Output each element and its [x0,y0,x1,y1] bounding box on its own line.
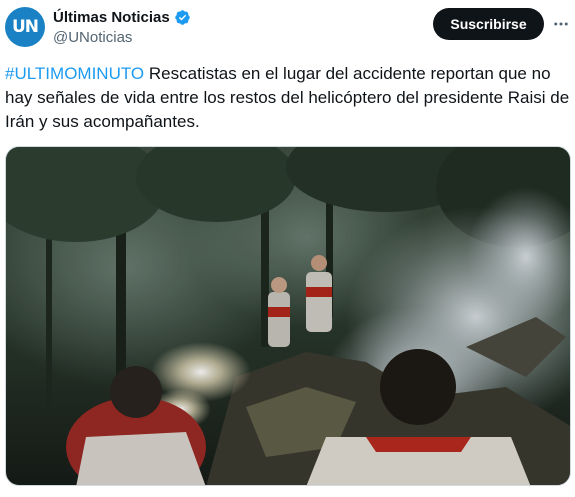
name-row: Últimas Noticias [53,8,191,27]
tweet-photo[interactable] [5,146,571,486]
account-handle[interactable]: @UNoticias [53,28,191,48]
hashtag-link[interactable]: #ULTIMOMINUTO [5,64,144,83]
author-block: Últimas Noticias @UNoticias [53,8,191,48]
display-name[interactable]: Últimas Noticias [53,8,170,27]
photo-illustration [6,147,570,485]
more-horizontal-icon [554,22,568,26]
tweet-text: #ULTIMOMINUTO Rescatistas en el lugar de… [5,62,570,134]
verified-badge-icon [174,10,190,25]
subscribe-button[interactable]: Suscribirse [433,8,544,40]
more-options-button[interactable] [549,12,573,36]
avatar[interactable]: UN [5,7,45,47]
tweet-header: UN Últimas Noticias @UNoticias Suscribir… [0,0,575,56]
avatar-text: UN [11,17,39,37]
